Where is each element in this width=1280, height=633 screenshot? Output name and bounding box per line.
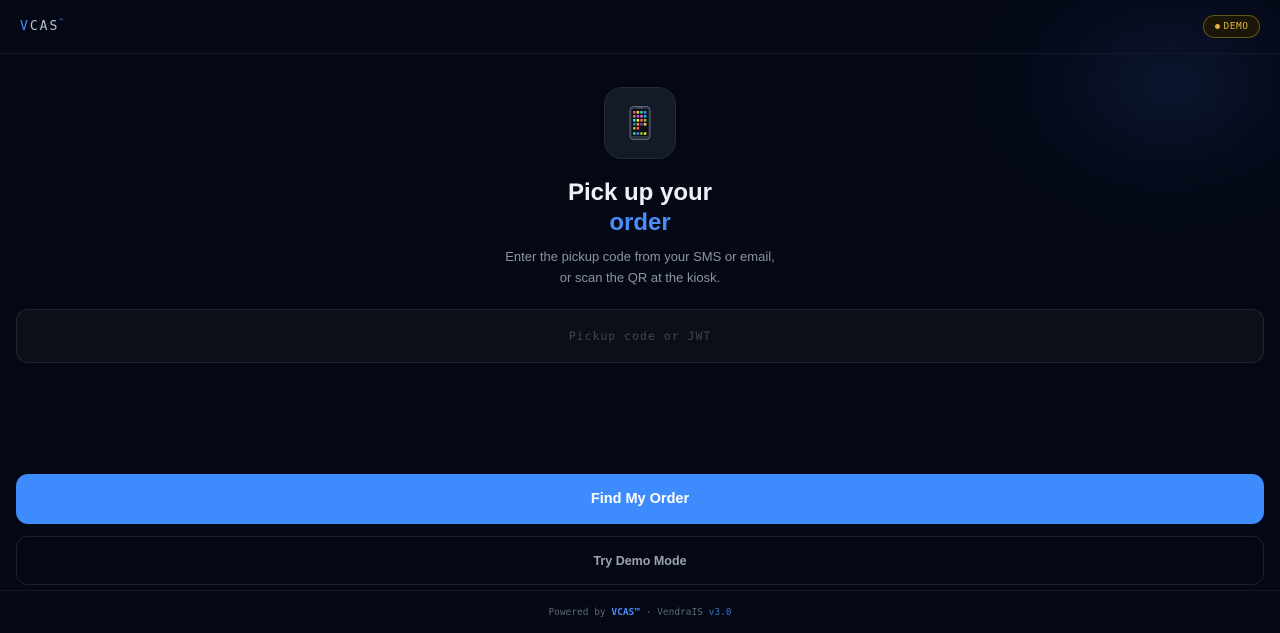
pickup-page: VCAS™ DEMO Pick up your order Enter the … [0, 0, 1280, 633]
instructions-text: Enter the pickup code from your SMS or e… [0, 246, 1280, 288]
instructions-line1: Enter the pickup code from your SMS or e… [505, 249, 775, 264]
instructions-line2: or scan the QR at the kiosk. [559, 270, 721, 285]
page-title-accent: order [609, 209, 671, 236]
try-demo-mode-button[interactable]: Try Demo Mode [16, 536, 1264, 585]
footer-company: VendraIS [657, 606, 709, 618]
page-title-line1: Pick up your [567, 179, 713, 206]
footer: Powered by VCAS™ · VendraIS v3.0 [0, 590, 1280, 633]
status-dot-icon [1214, 24, 1220, 29]
footer-powered-by: Powered by [548, 606, 612, 618]
top-bar: VCAS™ DEMO [0, 0, 1280, 54]
footer-version: v3.0 [708, 606, 732, 618]
footer-separator: · [639, 606, 658, 618]
vcas-logo: VCAS™ [20, 17, 63, 34]
mobile-phone-icon-tile [604, 87, 676, 159]
page-title: Pick up your order [0, 178, 1280, 238]
find-my-order-button[interactable]: Find My Order [16, 474, 1264, 524]
demo-mode-badge: DEMO [1203, 15, 1260, 38]
footer-brand: VCAS™ [611, 606, 640, 618]
mobile-phone-icon [629, 106, 651, 140]
demo-badge-label: DEMO [1223, 21, 1249, 32]
pickup-code-input[interactable] [16, 309, 1264, 363]
